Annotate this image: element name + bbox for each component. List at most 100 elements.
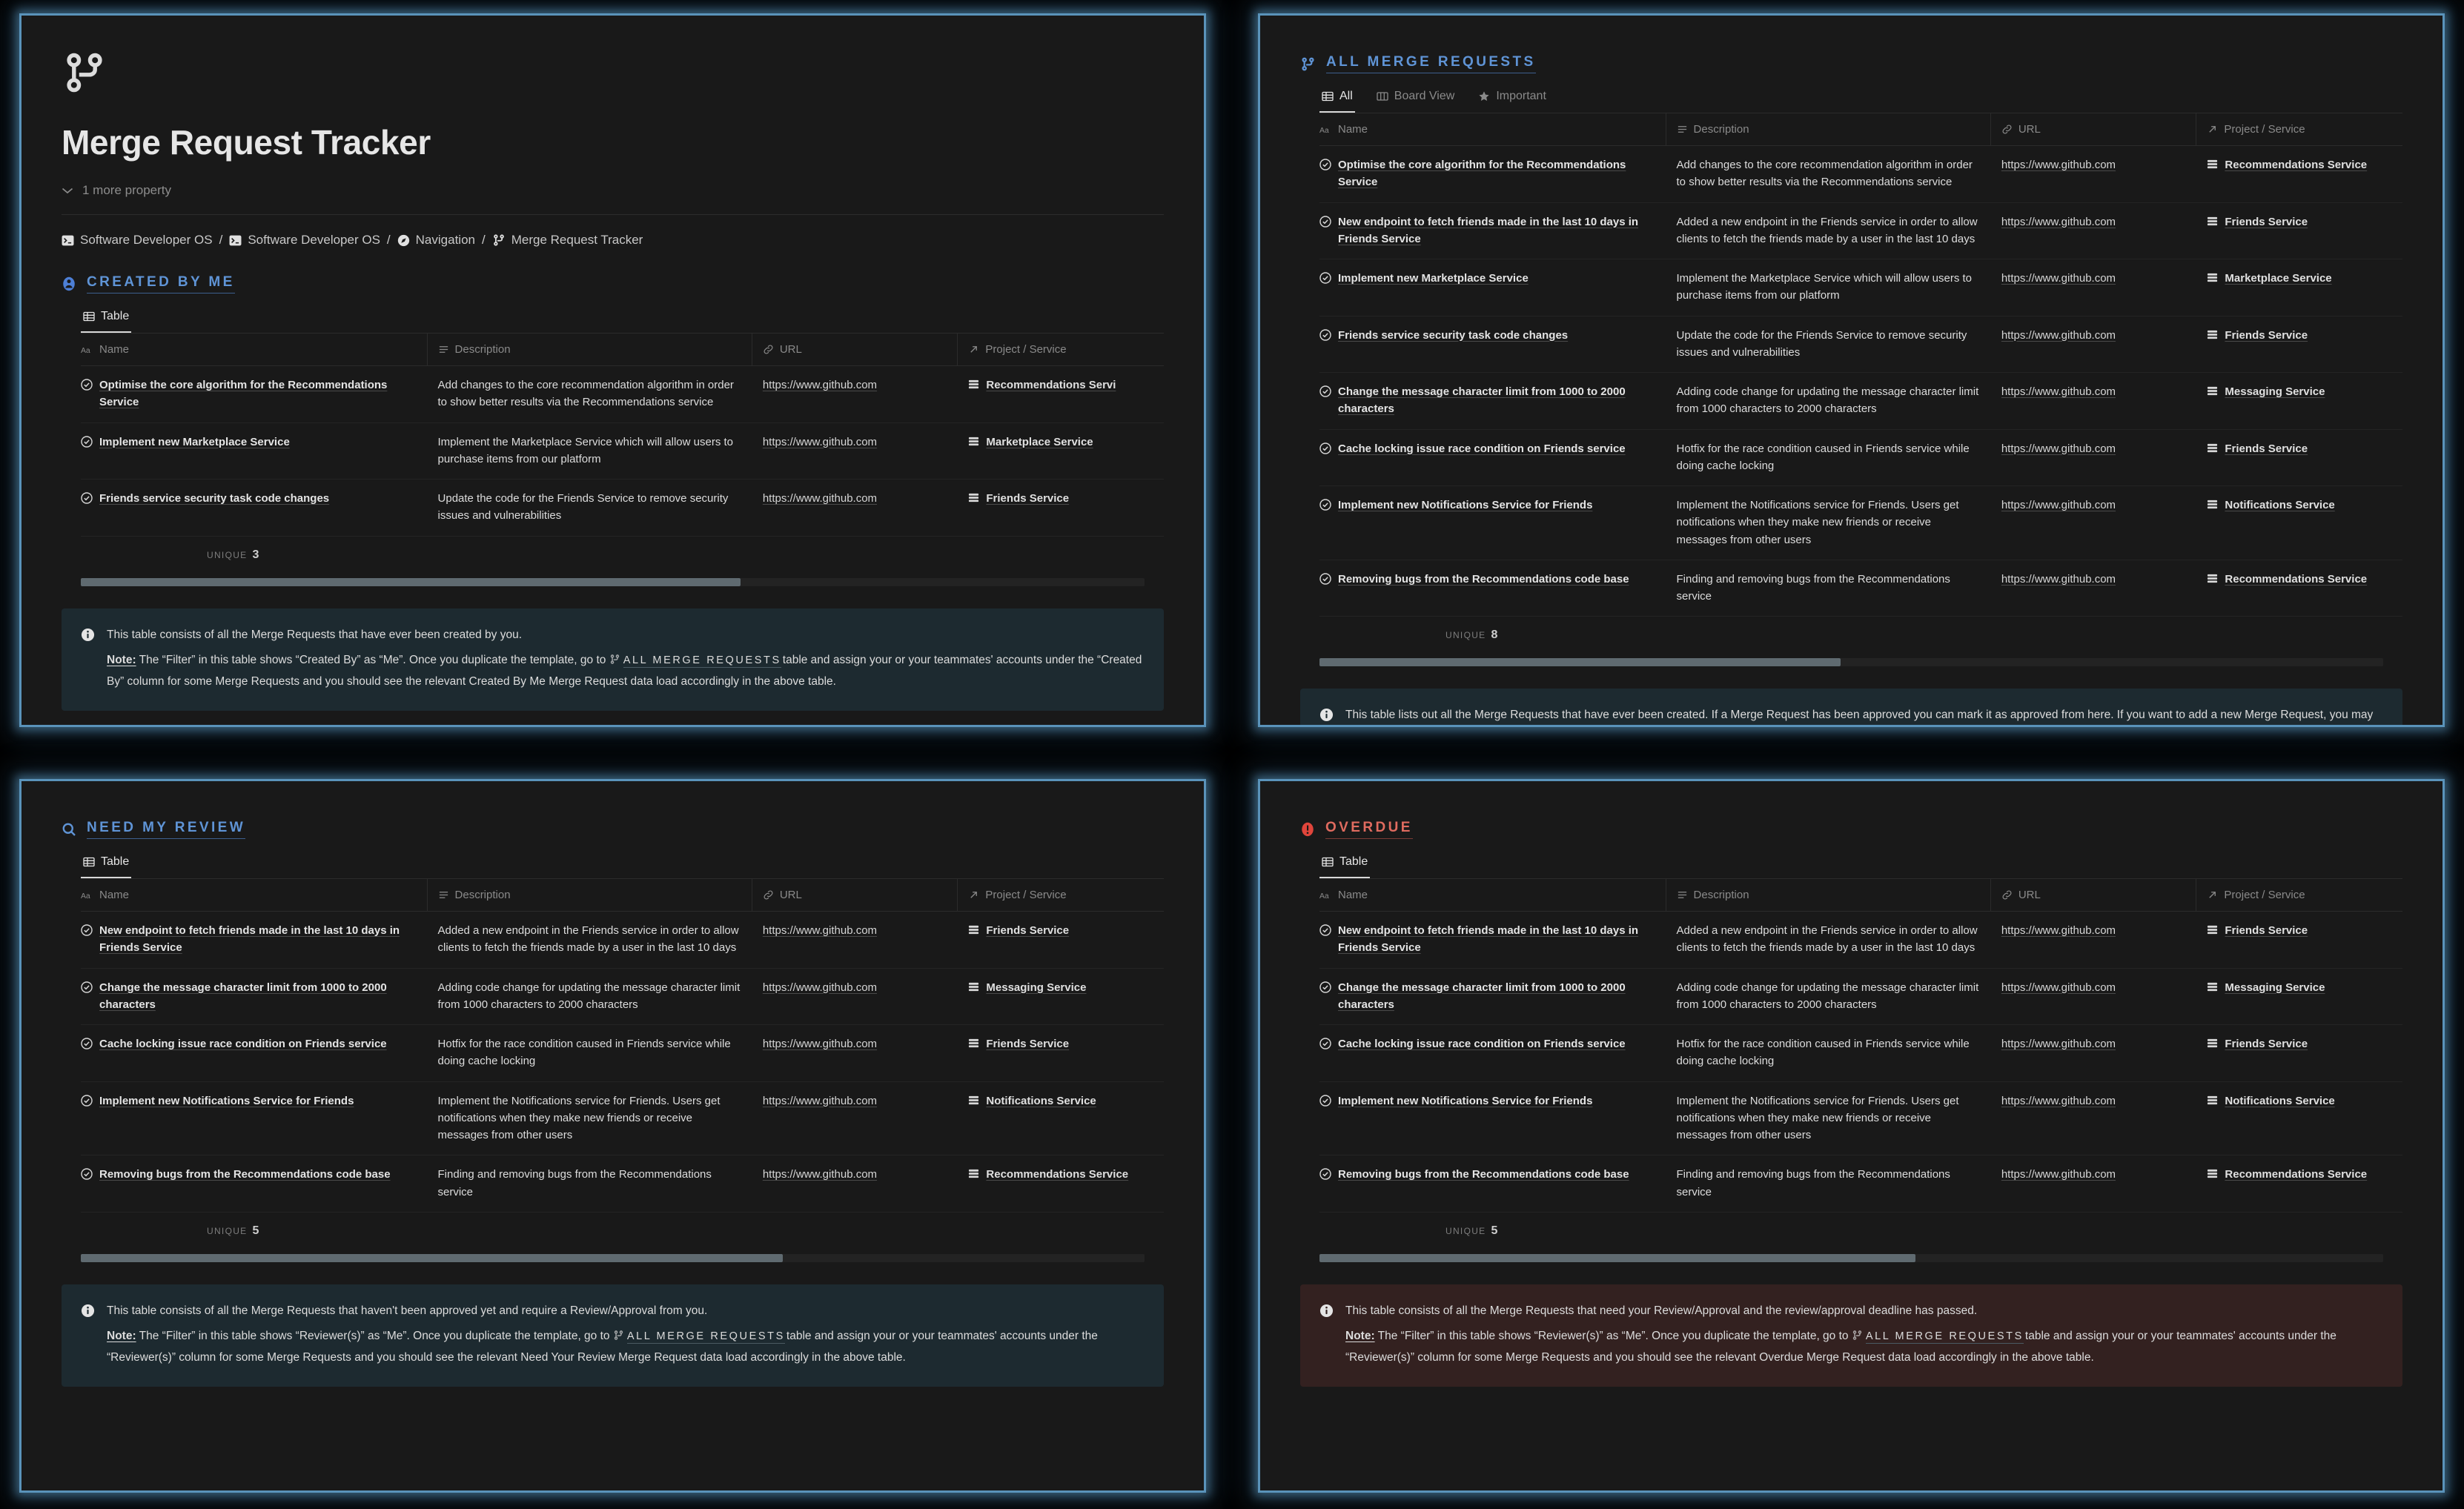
cell-description[interactable]: Adding code change for updating the mess…: [1666, 373, 1991, 430]
cell-description[interactable]: Finding and removing bugs from the Recom…: [1666, 560, 1991, 617]
cell-description[interactable]: Finding and removing bugs from the Recom…: [427, 1155, 752, 1213]
table-row[interactable]: Friends service security task code chang…: [81, 480, 1164, 537]
column-header-url[interactable]: URL: [1990, 879, 2197, 912]
column-header-project[interactable]: Project / Service: [958, 334, 1164, 366]
cell-name[interactable]: Change the message character limit from …: [1319, 373, 1666, 430]
check-circle-icon[interactable]: [1319, 1038, 1331, 1049]
table-row[interactable]: Implement new Marketplace Service Implem…: [1319, 259, 2402, 316]
check-circle-icon[interactable]: [1319, 272, 1331, 284]
column-header-url[interactable]: URL: [752, 879, 958, 912]
cell-url[interactable]: https://www.github.com: [1990, 373, 2197, 430]
check-circle-icon[interactable]: [1319, 159, 1331, 170]
cell-name[interactable]: New endpoint to fetch friends made in th…: [1319, 203, 1666, 259]
cell-description[interactable]: Added a new endpoint in the Friends serv…: [1666, 912, 1991, 969]
check-circle-icon[interactable]: [81, 435, 93, 448]
view-tab-table[interactable]: Table: [81, 310, 132, 333]
column-header-url[interactable]: URL: [1990, 113, 2197, 146]
cell-url[interactable]: https://www.github.com: [752, 366, 958, 423]
cell-name[interactable]: Removing bugs from the Recommendations c…: [1319, 1155, 1666, 1213]
cell-url[interactable]: https://www.github.com: [1990, 486, 2197, 560]
horizontal-scrollbar[interactable]: [81, 1253, 1145, 1262]
cell-url[interactable]: https://www.github.com: [1990, 969, 2197, 1025]
check-circle-icon[interactable]: [81, 1038, 93, 1049]
cell-url[interactable]: https://www.github.com: [752, 1082, 958, 1156]
cell-name[interactable]: Implement new Notifications Service for …: [81, 1082, 428, 1156]
cell-project[interactable]: Notifications Service: [2196, 486, 2402, 560]
horizontal-scrollbar[interactable]: [1319, 1253, 2383, 1262]
cell-project[interactable]: Marketplace Service: [2196, 259, 2402, 316]
table-row[interactable]: Optimise the core algorithm for the Reco…: [1319, 146, 2402, 203]
cell-name[interactable]: Change the message character limit from …: [1319, 969, 1666, 1025]
section-title[interactable]: CREATED BY ME: [87, 274, 235, 293]
table-row[interactable]: Removing bugs from the Recommendations c…: [81, 1155, 1164, 1213]
cell-description[interactable]: Add changes to the core recommendation a…: [1666, 146, 1991, 203]
check-circle-icon[interactable]: [81, 1168, 93, 1180]
cell-project[interactable]: Notifications Service: [2196, 1082, 2402, 1156]
cell-name[interactable]: Friends service security task code chang…: [81, 480, 428, 537]
cell-description[interactable]: Finding and removing bugs from the Recom…: [1666, 1155, 1991, 1213]
view-tab-table[interactable]: Table: [81, 855, 132, 878]
check-circle-icon[interactable]: [1319, 1094, 1331, 1107]
column-header-name[interactable]: Aa Name: [1319, 879, 1666, 912]
cell-name[interactable]: Implement new Notifications Service for …: [1319, 1082, 1666, 1156]
check-circle-icon[interactable]: [1319, 924, 1331, 936]
horizontal-scrollbar[interactable]: [1319, 658, 2383, 667]
section-title[interactable]: NEED MY REVIEW: [87, 820, 246, 839]
column-header-name[interactable]: Aa Name: [81, 879, 428, 912]
column-header-url[interactable]: URL: [752, 334, 958, 366]
cell-description[interactable]: Hotfix for the race condition caused in …: [1666, 1025, 1991, 1082]
cell-name[interactable]: Change the message character limit from …: [81, 969, 428, 1025]
check-circle-icon[interactable]: [81, 981, 93, 993]
cell-name[interactable]: Optimise the core algorithm for the Reco…: [1319, 146, 1666, 203]
cell-name[interactable]: Friends service security task code chang…: [1319, 316, 1666, 373]
cell-project[interactable]: Messaging Service: [958, 969, 1164, 1025]
cell-description[interactable]: Implement the Marketplace Service which …: [1666, 259, 1991, 316]
cell-project[interactable]: Friends Service: [2196, 430, 2402, 486]
check-circle-icon[interactable]: [81, 1094, 93, 1107]
table-row[interactable]: Cache locking issue race condition on Fr…: [1319, 430, 2402, 486]
inline-reference-all-merge-requests[interactable]: ALL MERGE REQUESTS: [623, 654, 781, 669]
table-row[interactable]: Friends service security task code chang…: [1319, 316, 2402, 373]
table-row[interactable]: Implement new Marketplace Service Implem…: [81, 423, 1164, 480]
cell-description[interactable]: Added a new endpoint in the Friends serv…: [1666, 203, 1991, 259]
cell-url[interactable]: https://www.github.com: [752, 969, 958, 1025]
more-properties-toggle[interactable]: 1 more property: [62, 183, 1164, 198]
cell-project[interactable]: Friends Service: [2196, 1025, 2402, 1082]
cell-project[interactable]: Recommendations Service: [958, 1155, 1164, 1213]
column-header-project[interactable]: Project / Service: [2196, 113, 2402, 146]
cell-url[interactable]: https://www.github.com: [1990, 1082, 2197, 1156]
column-header-description[interactable]: Description: [1666, 113, 1991, 146]
cell-project[interactable]: Recommendations Servi: [958, 366, 1164, 423]
breadcrumb-item-sdos-2[interactable]: Software Developer OS: [229, 233, 380, 248]
cell-url[interactable]: https://www.github.com: [1990, 1025, 2197, 1082]
table-row[interactable]: Cache locking issue race condition on Fr…: [81, 1025, 1164, 1082]
cell-description[interactable]: Update the code for the Friends Service …: [427, 480, 752, 537]
cell-url[interactable]: https://www.github.com: [1990, 316, 2197, 373]
column-header-name[interactable]: Aa Name: [1319, 113, 1666, 146]
cell-url[interactable]: https://www.github.com: [1990, 912, 2197, 969]
column-header-project[interactable]: Project / Service: [2196, 879, 2402, 912]
breadcrumb-item-navigation[interactable]: Navigation: [397, 233, 475, 248]
table-row[interactable]: Implement new Notifications Service for …: [81, 1082, 1164, 1156]
cell-url[interactable]: https://www.github.com: [1990, 430, 2197, 486]
table-row[interactable]: Removing bugs from the Recommendations c…: [1319, 1155, 2402, 1213]
table-row[interactable]: Change the message character limit from …: [1319, 373, 2402, 430]
cell-url[interactable]: https://www.github.com: [752, 480, 958, 537]
cell-description[interactable]: Hotfix for the race condition caused in …: [427, 1025, 752, 1082]
cell-url[interactable]: https://www.github.com: [1990, 560, 2197, 617]
column-header-description[interactable]: Description: [427, 879, 752, 912]
cell-project[interactable]: Friends Service: [958, 1025, 1164, 1082]
cell-description[interactable]: Update the code for the Friends Service …: [1666, 316, 1991, 373]
table-row[interactable]: Implement new Notifications Service for …: [1319, 1082, 2402, 1156]
view-tab-table[interactable]: Table: [1319, 855, 1371, 878]
check-circle-icon[interactable]: [81, 492, 93, 504]
cell-description[interactable]: Implement the Notifications service for …: [1666, 486, 1991, 560]
check-circle-icon[interactable]: [1319, 1168, 1331, 1180]
cell-url[interactable]: https://www.github.com: [752, 423, 958, 480]
cell-description[interactable]: Implement the Marketplace Service which …: [427, 423, 752, 480]
cell-name[interactable]: Removing bugs from the Recommendations c…: [1319, 560, 1666, 617]
breadcrumb-item-sdos-1[interactable]: Software Developer OS: [62, 233, 213, 248]
cell-description[interactable]: Implement the Notifications service for …: [1666, 1082, 1991, 1156]
horizontal-scrollbar[interactable]: [81, 577, 1145, 586]
cell-project[interactable]: Recommendations Service: [2196, 146, 2402, 203]
